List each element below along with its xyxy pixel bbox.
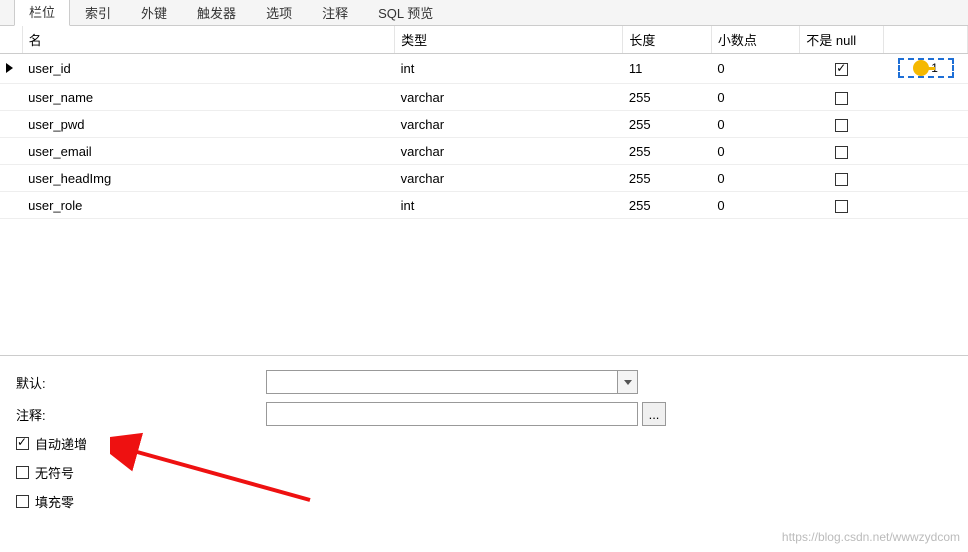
tab-columns[interactable]: 栏位 (14, 0, 70, 26)
default-combobox[interactable] (266, 370, 638, 394)
col-header-decimals[interactable]: 小数点 (711, 26, 799, 54)
tab-options[interactable]: 选项 (251, 0, 307, 26)
cell-type[interactable]: varchar (395, 84, 623, 111)
checkbox-icon[interactable] (835, 200, 848, 213)
cell-notnull[interactable] (800, 138, 884, 165)
cell-length[interactable]: 255 (623, 111, 711, 138)
cell-length[interactable]: 255 (623, 138, 711, 165)
default-label: 默认: (16, 373, 266, 392)
cell-key[interactable]: 1 (884, 54, 968, 84)
triangle-right-icon (6, 63, 13, 73)
cell-decimals[interactable]: 0 (711, 111, 799, 138)
col-header-length[interactable]: 长度 (623, 26, 711, 54)
cell-length[interactable]: 11 (623, 54, 711, 84)
cell-name[interactable]: user_name (22, 84, 395, 111)
cell-notnull[interactable] (800, 54, 884, 84)
table-row[interactable]: user_role int 255 0 (0, 192, 968, 219)
column-detail-panel: 默认: 注释: ... 自动递增 无符号 填充零 (0, 356, 968, 535)
comment-expand-button[interactable]: ... (642, 402, 666, 426)
cell-length[interactable]: 255 (623, 165, 711, 192)
cell-type[interactable]: int (395, 54, 623, 84)
cell-notnull[interactable] (800, 111, 884, 138)
comment-label: 注释: (16, 405, 266, 424)
cell-name[interactable]: user_pwd (22, 111, 395, 138)
auto-increment-label: 自动递增 (35, 434, 87, 453)
chevron-down-icon (624, 380, 632, 385)
cell-name[interactable]: user_email (22, 138, 395, 165)
cell-decimals[interactable]: 0 (711, 84, 799, 111)
tab-indexes[interactable]: 索引 (70, 0, 126, 26)
checkbox-icon[interactable] (835, 92, 848, 105)
table-row[interactable]: user_email varchar 255 0 (0, 138, 968, 165)
cell-decimals[interactable]: 0 (711, 165, 799, 192)
cell-decimals[interactable]: 0 (711, 138, 799, 165)
cell-type[interactable]: int (395, 192, 623, 219)
cell-type[interactable]: varchar (395, 138, 623, 165)
tab-triggers[interactable]: 触发器 (182, 0, 251, 26)
key-icon (913, 60, 929, 76)
auto-increment-checkbox[interactable] (16, 437, 29, 450)
row-selected-marker (0, 54, 22, 84)
table-row[interactable]: user_headImg varchar 255 0 (0, 165, 968, 192)
cell-notnull[interactable] (800, 84, 884, 111)
zerofill-label: 填充零 (35, 492, 74, 511)
default-dropdown-button[interactable] (617, 371, 637, 393)
checkbox-icon[interactable] (835, 146, 848, 159)
col-header-name[interactable]: 名 (22, 26, 395, 54)
table-row[interactable]: user_id int 11 0 1 (0, 54, 968, 84)
checkbox-icon[interactable] (835, 119, 848, 132)
cell-name[interactable]: user_role (22, 192, 395, 219)
cell-length[interactable]: 255 (623, 192, 711, 219)
default-input[interactable] (267, 371, 617, 393)
tab-bar: 栏位 索引 外键 触发器 选项 注释 SQL 预览 (0, 0, 968, 26)
tab-foreign-keys[interactable]: 外键 (126, 0, 182, 26)
unsigned-label: 无符号 (35, 463, 74, 482)
cell-notnull[interactable] (800, 165, 884, 192)
cell-type[interactable]: varchar (395, 165, 623, 192)
col-header-key (884, 26, 968, 54)
cell-notnull[interactable] (800, 192, 884, 219)
comment-input[interactable] (266, 402, 638, 426)
table-row[interactable]: user_pwd varchar 255 0 (0, 111, 968, 138)
tab-sql-preview[interactable]: SQL 预览 (363, 0, 448, 26)
primary-key-cell[interactable]: 1 (898, 58, 954, 78)
zerofill-checkbox[interactable] (16, 495, 29, 508)
checkbox-icon[interactable] (835, 173, 848, 186)
col-header-type[interactable]: 类型 (395, 26, 623, 54)
checkbox-icon[interactable] (835, 63, 848, 76)
table-row[interactable]: user_name varchar 255 0 (0, 84, 968, 111)
cell-name[interactable]: user_headImg (22, 165, 395, 192)
tab-comment[interactable]: 注释 (307, 0, 363, 26)
watermark: https://blog.csdn.net/wwwzydcom (782, 530, 960, 544)
columns-grid-area: 名 类型 长度 小数点 不是 null user_id int 11 0 1 (0, 26, 968, 356)
unsigned-checkbox[interactable] (16, 466, 29, 479)
cell-length[interactable]: 255 (623, 84, 711, 111)
cell-decimals[interactable]: 0 (711, 54, 799, 84)
cell-decimals[interactable]: 0 (711, 192, 799, 219)
col-header-notnull[interactable]: 不是 null (800, 26, 884, 54)
col-header-marker (0, 26, 22, 54)
cell-name[interactable]: user_id (22, 54, 395, 84)
cell-type[interactable]: varchar (395, 111, 623, 138)
columns-grid[interactable]: 名 类型 长度 小数点 不是 null user_id int 11 0 1 (0, 26, 968, 219)
